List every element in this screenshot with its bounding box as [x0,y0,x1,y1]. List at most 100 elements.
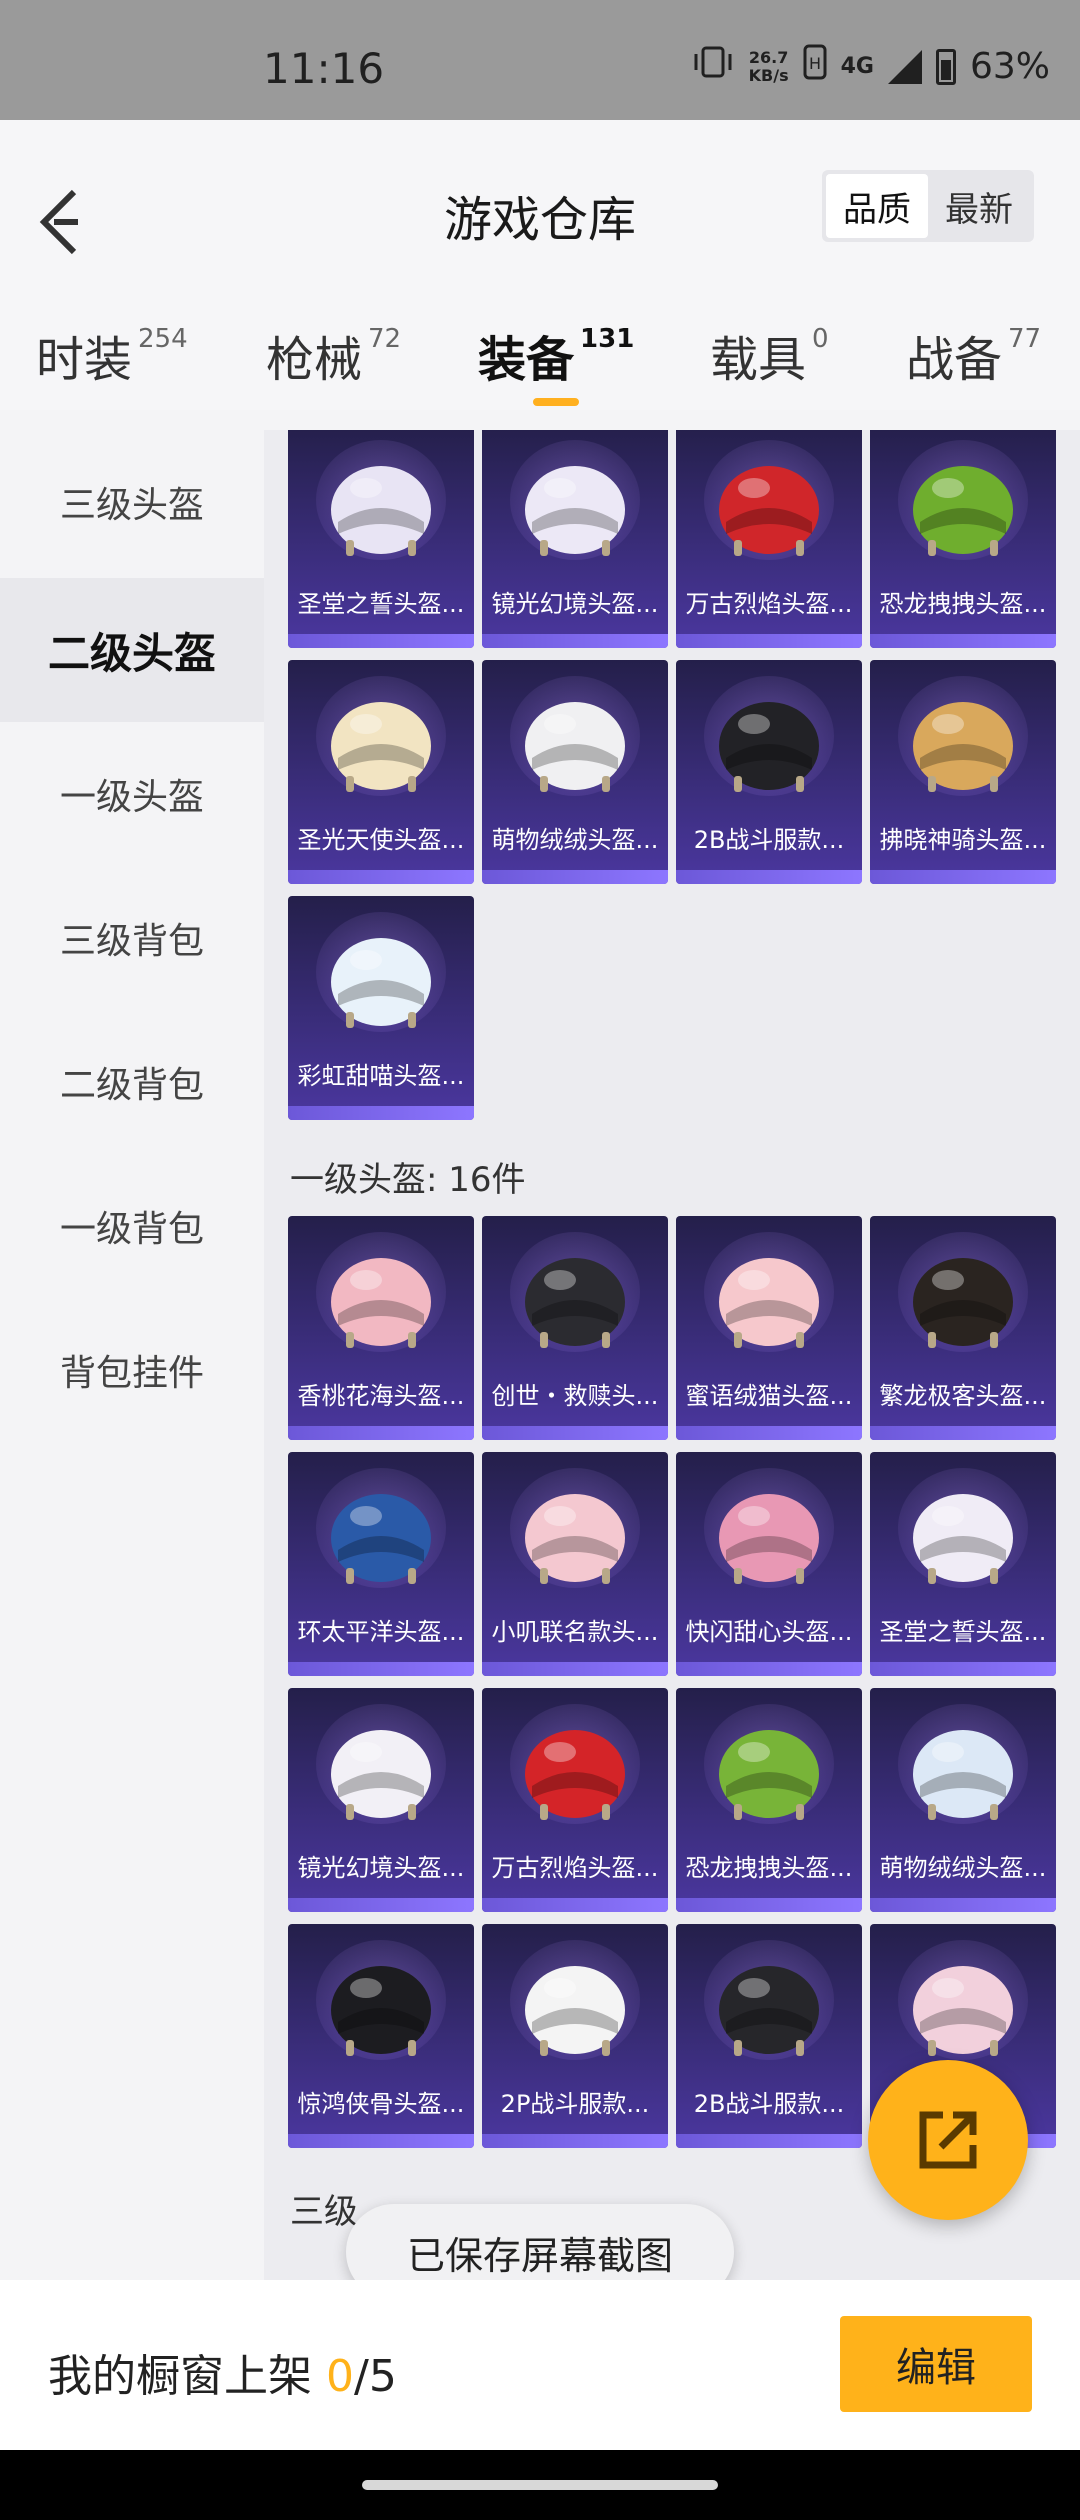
header: 游戏仓库 品质 最新 时装 254 枪械 72 装备 131 载具 0 战备 77 [0,120,1080,410]
sidebar-item-level3-helmet[interactable]: 三级头盔 [0,430,264,574]
item-card[interactable]: 香桃花海头盔... [288,1216,474,1440]
network-type: 4G [840,53,874,79]
tab-equipment[interactable]: 装备 131 [478,320,634,410]
edit-button[interactable]: 编辑 [840,2316,1032,2412]
card-base [288,2134,474,2148]
item-card[interactable]: 快闪甜心头盔... [676,1452,862,1676]
showcase-status: 我的橱窗上架 0/5 [48,2340,397,2404]
tab-count: 254 [138,324,188,354]
card-base [288,1662,474,1676]
item-card[interactable]: 恐龙拽拽头盔... [676,1688,862,1912]
item-name: 香桃花海头盔... [297,1382,465,1410]
card-base [676,1662,862,1676]
tab-guns[interactable]: 枪械 72 [266,320,401,410]
share-icon [919,2111,977,2169]
item-name: 萌物绒绒头盔... [879,1854,1047,1882]
card-base [482,1898,668,1912]
item-card[interactable]: 圣堂之誓头盔... [870,1452,1056,1676]
card-base [482,1426,668,1440]
item-name: 创世・救赎头... [491,1382,659,1410]
net-speed: 26.7 KB/s [749,48,789,85]
item-card[interactable]: 蜜语绒猫头盔... [676,1216,862,1440]
item-card[interactable]: 圣堂之誓头盔... [288,430,474,648]
tab-count: 131 [580,324,635,354]
tab-gear[interactable]: 战备 77 [906,320,1041,410]
item-card[interactable]: 小叽联名款头... [482,1452,668,1676]
sidebar-item-level2-backpack[interactable]: 二级背包 [0,1010,264,1154]
card-base [870,1898,1056,1912]
section-title-level3: 三级 [290,2192,358,2232]
item-card[interactable]: 拂晓神骑头盔... [870,660,1056,884]
item-name: 圣堂之誓头盔... [297,590,465,618]
card-base [676,1898,862,1912]
vibrate-icon [691,44,735,89]
card-base [676,870,862,884]
tab-count: 0 [812,324,829,354]
item-name: 小叽联名款头... [491,1618,659,1646]
item-name: 2B战斗服款... [693,2090,845,2118]
item-card[interactable]: 萌物绒绒头盔... [482,660,668,884]
item-name: 圣光天使头盔... [297,826,465,854]
tab-count: 77 [1008,324,1042,354]
item-card[interactable]: 万古烈焰头盔... [482,1688,668,1912]
item-card[interactable]: 彩虹甜喵头盔... [288,896,474,1120]
item-grid: 圣堂之誓头盔... 镜光幻境头盔... 万古烈焰头盔... 恐龙拽拽头盔... 圣光天使… [264,430,1080,2280]
showcase-current-count: 0 [326,2351,354,2402]
sort-toggle: 品质 最新 [822,170,1034,242]
item-card[interactable]: 繁龙极客头盔... [870,1216,1056,1440]
sidebar-item-level1-helmet[interactable]: 一级头盔 [0,722,264,866]
sidebar-item-level1-backpack[interactable]: 一级背包 [0,1154,264,1298]
item-card[interactable]: 创世・救赎头... [482,1216,668,1440]
card-base [676,634,862,648]
item-name: 2B战斗服款... [693,826,845,854]
item-name: 镜光幻境头盔... [491,590,659,618]
item-name: 繁龙极客头盔... [879,1382,1047,1410]
tab-label: 载具 [710,332,807,388]
share-fab-button[interactable] [868,2060,1028,2220]
sort-newest-button[interactable]: 最新 [928,174,1030,238]
tab-count: 72 [368,324,402,354]
category-tabs: 时装 254 枪械 72 装备 131 载具 0 战备 77 [0,320,1080,410]
status-icons: 26.7 KB/s H 4G 63% [691,44,1050,89]
showcase-total: /5 [354,2351,397,2402]
card-base [870,1662,1056,1676]
item-card[interactable]: 万古烈焰头盔... [676,430,862,648]
item-name: 恐龙拽拽头盔... [685,1854,853,1882]
item-card[interactable]: 惊鸿侠骨头盔... [288,1924,474,2148]
item-card[interactable]: 环太平洋头盔... [288,1452,474,1676]
tab-label: 装备 [478,332,575,388]
item-name: 恐龙拽拽头盔... [879,590,1047,618]
item-card[interactable]: 2B战斗服款... [676,660,862,884]
tab-vehicles[interactable]: 载具 0 [710,320,829,410]
item-card[interactable]: 镜光幻境头盔... [482,430,668,648]
card-base [482,2134,668,2148]
item-name: 萌物绒绒头盔... [491,826,659,854]
card-base [482,1662,668,1676]
item-card[interactable]: 2B战斗服款... [676,1924,862,2148]
item-name: 拂晓神骑头盔... [879,826,1047,854]
tab-label: 枪械 [266,332,363,388]
item-card[interactable]: 圣光天使头盔... [288,660,474,884]
tab-label: 时装 [36,332,133,388]
card-base [676,1426,862,1440]
item-name: 万古烈焰头盔... [685,590,853,618]
item-name: 环太平洋头盔... [297,1618,465,1646]
item-name: 彩虹甜喵头盔... [297,1062,465,1090]
item-card[interactable]: 萌物绒绒头盔... [870,1688,1056,1912]
active-tab-indicator [533,398,579,406]
card-base [288,1106,474,1120]
card-base [482,634,668,648]
item-card[interactable]: 镜光幻境头盔... [288,1688,474,1912]
home-gesture-handle[interactable] [362,2480,718,2490]
tab-fashion[interactable]: 时装 254 [36,320,188,410]
item-name: 万古烈焰头盔... [491,1854,659,1882]
sidebar-item-level3-backpack[interactable]: 三级背包 [0,866,264,1010]
item-name: 快闪甜心头盔... [685,1618,853,1646]
sidebar-item-backpack-charm[interactable]: 背包挂件 [0,1298,264,1442]
sort-quality-button[interactable]: 品质 [826,174,928,238]
item-card[interactable]: 2P战斗服款... [482,1924,668,2148]
item-card[interactable]: 恐龙拽拽头盔... [870,430,1056,648]
status-bar: 11:16 26.7 KB/s H 4G 63% [0,0,1080,120]
sidebar-item-level2-helmet[interactable]: 二级头盔 [0,578,264,722]
status-time: 11:16 [263,44,385,93]
